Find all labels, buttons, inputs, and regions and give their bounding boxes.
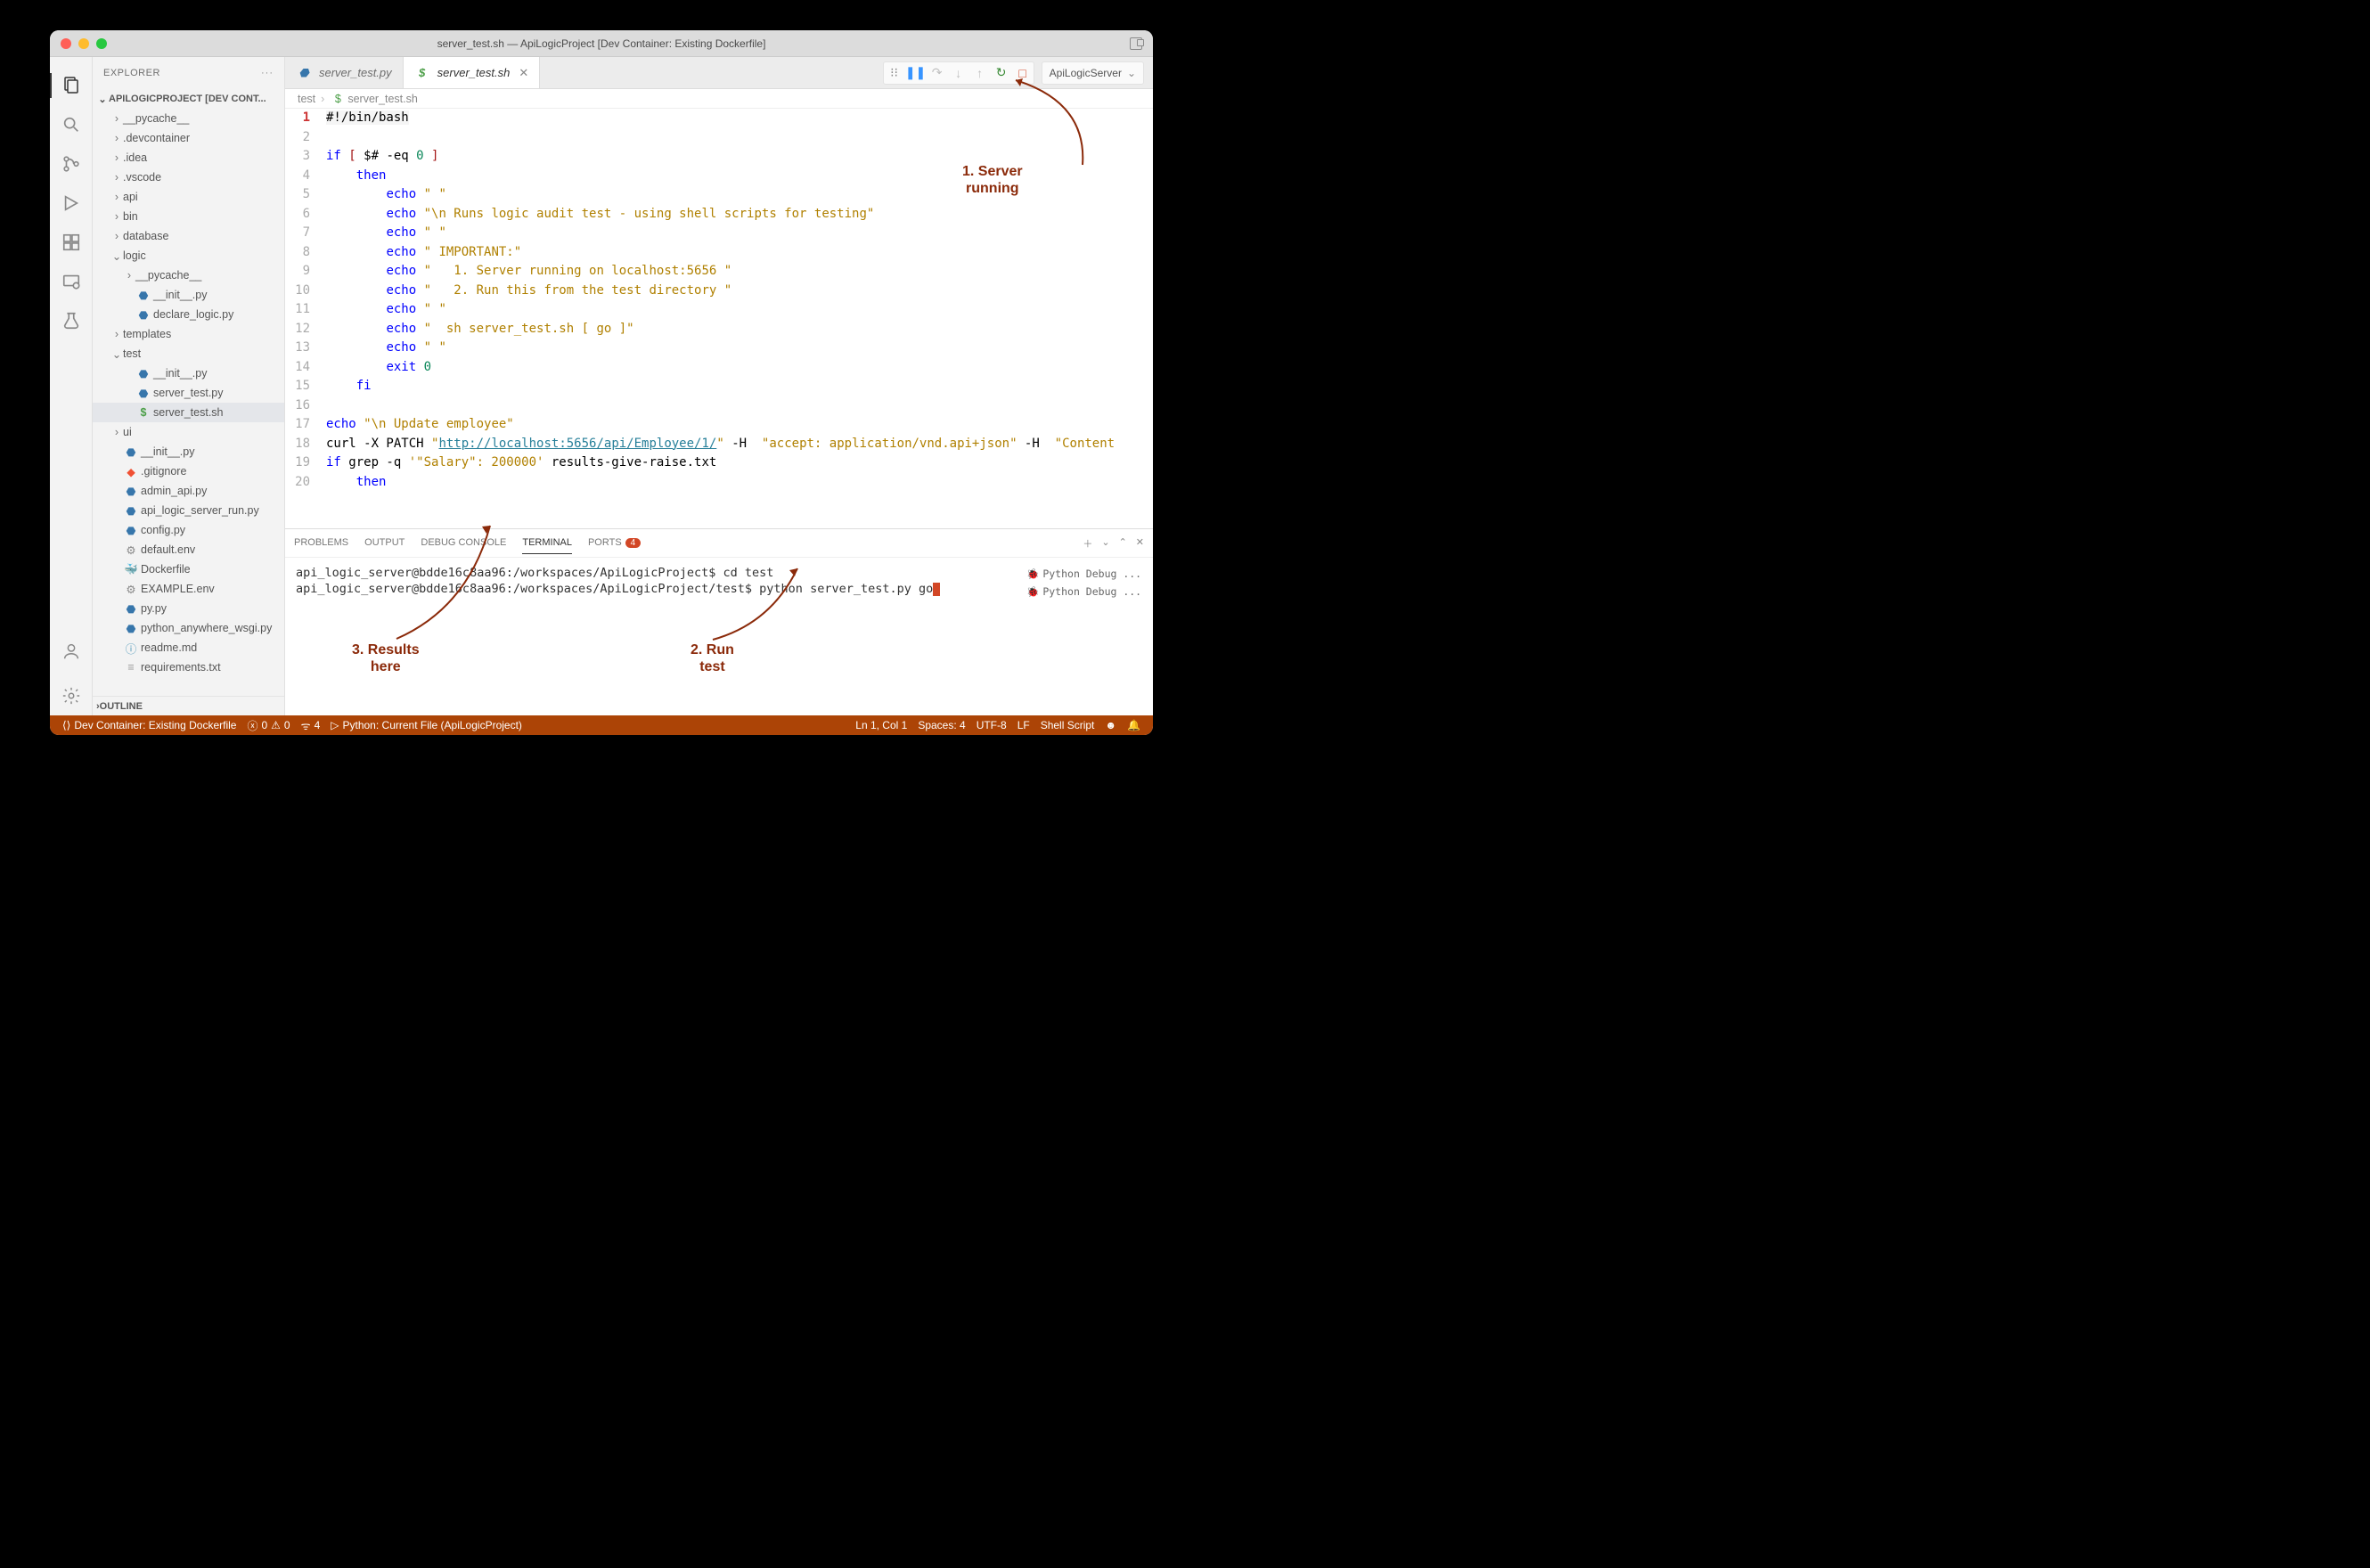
minimize-window[interactable] xyxy=(78,38,89,49)
debug-toolbar: ⁝⁝ ❚❚ ↷ ↓ ↑ ↻ □ ApiLogicServer⌄ xyxy=(883,57,1153,88)
cursor-position[interactable]: Ln 1, Col 1 xyxy=(850,719,912,731)
terminal-list: 🐞Python Debug ...🐞Python Debug ... xyxy=(1026,565,1142,708)
bottom-panel: PROBLEMS OUTPUT DEBUG CONSOLE TERMINAL PORTS… xyxy=(285,528,1153,715)
terminal-instance[interactable]: 🐞Python Debug ... xyxy=(1026,565,1142,583)
extensions-icon[interactable] xyxy=(50,223,93,262)
file-item[interactable]: ⚙default.env xyxy=(93,540,284,559)
file-item[interactable]: ◆.gitignore xyxy=(93,461,284,481)
window-controls xyxy=(61,38,107,49)
accounts-icon[interactable] xyxy=(50,632,93,671)
new-terminal-icon[interactable]: ＋ xyxy=(1083,536,1092,551)
drag-handle-icon[interactable]: ⁝⁝ xyxy=(884,65,905,80)
search-icon[interactable] xyxy=(50,105,93,144)
indent-status[interactable]: Spaces: 4 xyxy=(912,719,970,731)
breadcrumb[interactable]: test › $ server_test.sh xyxy=(285,89,1153,109)
explorer-icon[interactable] xyxy=(50,66,93,105)
file-item[interactable]: ⬣__init__.py xyxy=(93,442,284,461)
folder-item[interactable]: ›bin xyxy=(93,207,284,226)
panel-tab-debug-console[interactable]: DEBUG CONSOLE xyxy=(421,532,506,554)
close-panel-icon[interactable]: ✕ xyxy=(1136,536,1144,551)
activity-bar xyxy=(50,57,93,715)
feedback-icon[interactable]: ☻ xyxy=(1099,719,1122,731)
restart-icon[interactable]: ↻ xyxy=(991,65,1012,80)
terminal-instance[interactable]: 🐞Python Debug ... xyxy=(1026,583,1142,600)
explorer-more-icon[interactable]: ··· xyxy=(261,68,274,78)
step-out-icon[interactable]: ↑ xyxy=(969,66,991,80)
folder-item[interactable]: ›templates xyxy=(93,324,284,344)
eol-status[interactable]: LF xyxy=(1012,719,1035,731)
folder-item[interactable]: ›__pycache__ xyxy=(93,109,284,128)
editor-tab[interactable]: ⬣server_test.py xyxy=(285,57,404,88)
status-bar: ⟨⟩Dev Container: Existing Dockerfile ⓧ0 … xyxy=(50,715,1153,735)
remote-indicator[interactable]: ⟨⟩Dev Container: Existing Dockerfile xyxy=(57,719,241,731)
step-into-icon[interactable]: ↓ xyxy=(948,66,969,80)
file-item[interactable]: ⬣config.py xyxy=(93,520,284,540)
panel-tabs: PROBLEMS OUTPUT DEBUG CONSOLE TERMINAL PORTS… xyxy=(285,529,1153,558)
problems-status[interactable]: ⓧ0 ⚠0 xyxy=(241,718,295,733)
stop-icon[interactable]: □ xyxy=(1012,66,1034,80)
folder-item[interactable]: ›.devcontainer xyxy=(93,128,284,148)
file-item[interactable]: ≡requirements.txt xyxy=(93,657,284,677)
editor-tabbar: ⬣server_test.py$server_test.sh✕ ⁝⁝ ❚❚ ↷ … xyxy=(285,57,1153,89)
pause-icon[interactable]: ❚❚ xyxy=(905,65,927,80)
testing-icon[interactable] xyxy=(50,301,93,340)
file-tree: ›__pycache__›.devcontainer›.idea›.vscode… xyxy=(93,109,284,696)
debug-config-selector[interactable]: ApiLogicServer⌄ xyxy=(1042,61,1144,85)
language-status[interactable]: Shell Script xyxy=(1035,719,1100,731)
terminal-dropdown-icon[interactable]: ⌄ xyxy=(1101,536,1109,551)
window-title: server_test.sh — ApiLogicProject [Dev Co… xyxy=(50,37,1153,50)
ports-status[interactable]: ᯤ4 xyxy=(296,718,326,733)
file-item[interactable]: ⓘreadme.md xyxy=(93,638,284,657)
folder-item[interactable]: ›.vscode xyxy=(93,167,284,187)
settings-gear-icon[interactable] xyxy=(50,676,93,715)
editor-tab[interactable]: $server_test.sh✕ xyxy=(404,57,541,88)
source-control-icon[interactable] xyxy=(50,144,93,184)
file-item[interactable]: ⬣python_anywhere_wsgi.py xyxy=(93,618,284,638)
step-over-icon[interactable]: ↷ xyxy=(927,65,948,80)
folder-item[interactable]: ›.idea xyxy=(93,148,284,167)
close-window[interactable] xyxy=(61,38,71,49)
file-item[interactable]: ⬣server_test.py xyxy=(93,383,284,403)
debug-status[interactable]: ▷Python: Current File (ApiLogicProject) xyxy=(325,719,527,731)
file-item[interactable]: ⬣__init__.py xyxy=(93,363,284,383)
explorer-title: EXPLORER xyxy=(103,68,160,78)
file-item[interactable]: ⬣declare_logic.py xyxy=(93,305,284,324)
encoding-status[interactable]: UTF-8 xyxy=(971,719,1012,731)
explorer-header: EXPLORER ··· xyxy=(93,57,284,89)
explorer-sidebar: EXPLORER ··· ⌄APILOGICPROJECT [DEV CONT.… xyxy=(93,57,285,715)
remote-explorer-icon[interactable] xyxy=(50,262,93,301)
close-tab-icon: ✕ xyxy=(519,66,528,80)
file-item[interactable]: ⬣py.py xyxy=(93,599,284,618)
folder-item[interactable]: ⌄test xyxy=(93,344,284,363)
shell-icon: $ xyxy=(330,93,346,105)
bell-icon[interactable]: 🔔 xyxy=(1122,719,1146,731)
file-item[interactable]: ⚙EXAMPLE.env xyxy=(93,579,284,599)
folder-item[interactable]: ›ui xyxy=(93,422,284,442)
run-debug-icon[interactable] xyxy=(50,184,93,223)
outline-header[interactable]: ›OUTLINE xyxy=(93,696,284,715)
file-item[interactable]: 🐳Dockerfile xyxy=(93,559,284,579)
panel-tab-problems[interactable]: PROBLEMS xyxy=(294,532,348,554)
file-item[interactable]: ⬣api_logic_server_run.py xyxy=(93,501,284,520)
panel-tab-output[interactable]: OUTPUT xyxy=(364,532,405,554)
folder-item[interactable]: ›database xyxy=(93,226,284,246)
folder-item[interactable]: ›api xyxy=(93,187,284,207)
folder-item[interactable]: ›__pycache__ xyxy=(93,265,284,285)
layout-controls[interactable] xyxy=(1130,37,1142,50)
panel-tab-terminal[interactable]: TERMINAL xyxy=(522,532,572,554)
explorer-section-header[interactable]: ⌄APILOGICPROJECT [DEV CONT... xyxy=(93,89,284,109)
folder-item[interactable]: ⌄logic xyxy=(93,246,284,265)
file-item[interactable]: $server_test.sh xyxy=(93,403,284,422)
panel-tab-ports[interactable]: PORTS4 xyxy=(588,532,641,554)
file-item[interactable]: ⬣admin_api.py xyxy=(93,481,284,501)
vscode-window: server_test.sh — ApiLogicProject [Dev Co… xyxy=(50,30,1153,735)
editor[interactable]: 1#!/bin/bash23if [ $# -eq 0 ]4 then5 ech… xyxy=(285,109,1153,528)
maximize-panel-icon[interactable]: ⌃ xyxy=(1119,536,1127,551)
file-item[interactable]: ⬣__init__.py xyxy=(93,285,284,305)
terminal[interactable]: api_logic_server@bdde16c8aa96:/workspace… xyxy=(285,558,1153,715)
maximize-window[interactable] xyxy=(96,38,107,49)
titlebar: server_test.sh — ApiLogicProject [Dev Co… xyxy=(50,30,1153,57)
